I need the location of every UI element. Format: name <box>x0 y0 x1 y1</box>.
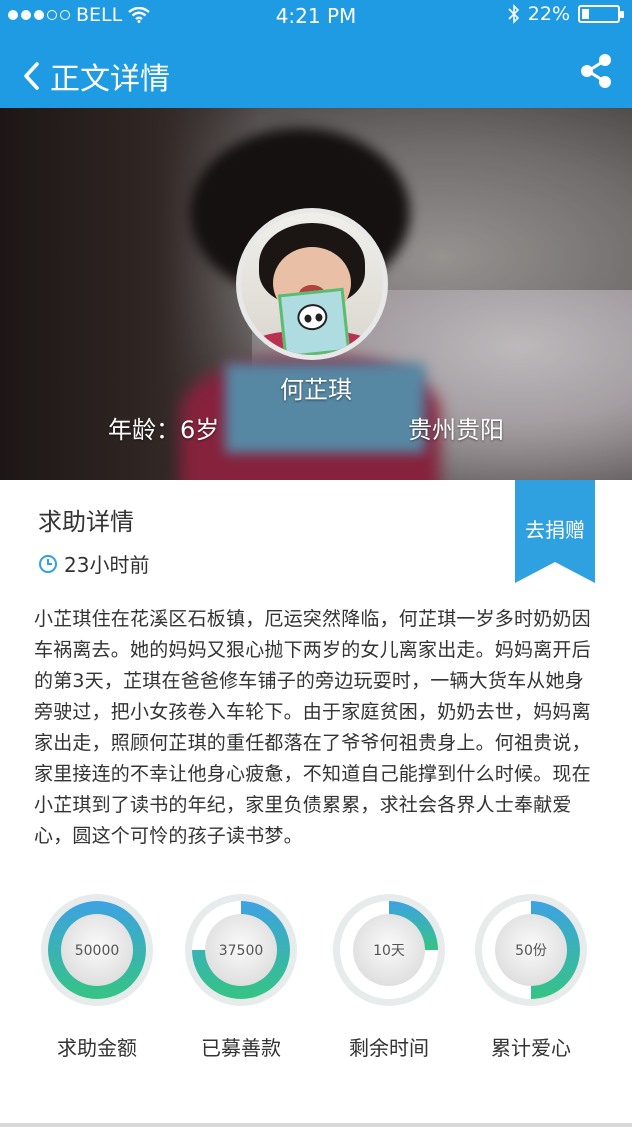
child-location: 贵州贵阳 <box>408 416 504 444</box>
chevron-left-icon <box>24 62 39 90</box>
story-text: 小芷琪住在花溪区石板镇，厄运突然降临，何芷琪一岁多时奶奶因车祸离去。她的妈妈又狠… <box>34 608 591 847</box>
stat-label: 求助金额 <box>57 1036 137 1060</box>
donate-label: 去捐赠 <box>525 518 585 542</box>
profile-hero: 何芷琪 年龄：6岁 贵州贵阳 <box>0 108 632 480</box>
avatar <box>236 208 388 360</box>
share-icon <box>581 54 611 88</box>
nav-bar: 正文详情 <box>0 40 632 104</box>
stat-label: 累计爱心 <box>491 1036 571 1060</box>
stat-label: 剩余时间 <box>349 1036 429 1060</box>
stat-love-count: 50份 累计爱心 <box>466 888 596 1061</box>
progress-ring: 10天 <box>333 894 445 1006</box>
stat-raised-amount: 37500 已募善款 <box>176 888 306 1061</box>
progress-ring: 50份 <box>475 894 587 1006</box>
top-bar: BELL 4:21 PM 22% 正文详情 <box>0 0 632 108</box>
status-right-group: 22% <box>508 3 624 25</box>
battery-icon <box>578 5 624 23</box>
child-name: 何芷琪 <box>280 376 352 404</box>
avatar-photo <box>241 213 383 355</box>
section-title: 求助详情 <box>38 508 134 536</box>
stat-goal-amount: 50000 求助金额 <box>32 888 162 1061</box>
page-title: 正文详情 <box>50 62 170 97</box>
ring-value: 37500 <box>219 943 264 959</box>
donate-button[interactable]: 去捐赠 <box>515 480 595 583</box>
bottom-divider <box>0 1123 632 1127</box>
back-button[interactable]: 正文详情 <box>22 54 170 98</box>
progress-ring: 50000 <box>41 894 153 1006</box>
post-time: 23小时前 <box>38 549 149 578</box>
clock-icon <box>39 554 57 573</box>
ring-value: 10天 <box>373 943 405 959</box>
child-age: 年龄：6岁 <box>108 416 220 444</box>
stat-label: 已募善款 <box>201 1036 281 1060</box>
battery-percent: 22% <box>527 3 570 25</box>
progress-ring: 37500 <box>185 894 297 1006</box>
stats-row: 50000 求助金额 37500 已募善款 10天 剩余时间 50份 累计爱心 <box>0 888 632 1068</box>
ring-value: 50000 <box>75 943 120 959</box>
bluetooth-icon <box>508 4 519 24</box>
share-button[interactable] <box>580 54 612 92</box>
stat-remaining-time: 10天 剩余时间 <box>324 888 454 1061</box>
status-bar: BELL 4:21 PM 22% <box>0 0 632 32</box>
time-ago-text: 23小时前 <box>64 553 150 577</box>
ring-value: 50份 <box>515 943 547 959</box>
